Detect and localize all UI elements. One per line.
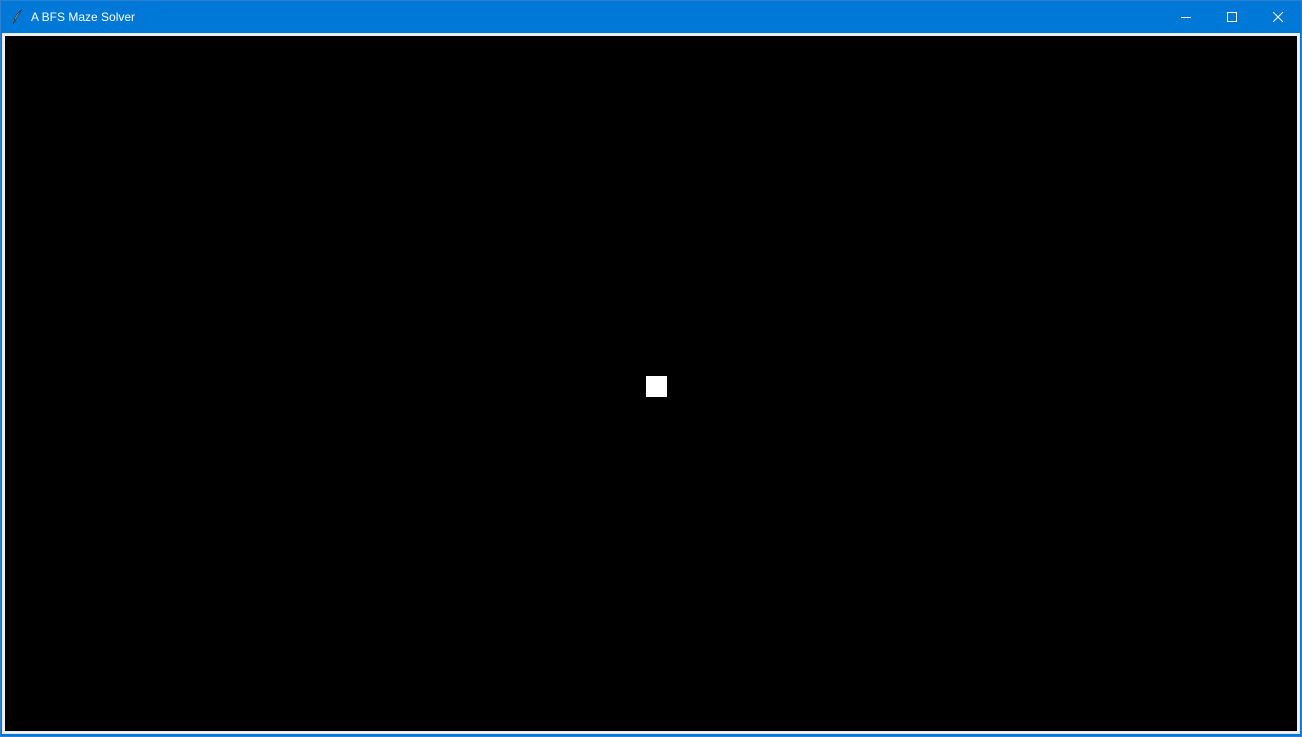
- title-bar[interactable]: A BFS Maze Solver: [1, 1, 1301, 33]
- maze-cell: [646, 376, 667, 397]
- window-controls: [1163, 1, 1301, 33]
- app-window: A BFS Maze Solver: [0, 0, 1302, 737]
- feather-icon[interactable]: [11, 9, 25, 25]
- maximize-button[interactable]: [1209, 1, 1255, 33]
- minimize-icon: [1181, 17, 1191, 18]
- maximize-icon: [1227, 12, 1237, 22]
- close-icon: [1273, 12, 1283, 22]
- close-button[interactable]: [1255, 1, 1301, 33]
- minimize-button[interactable]: [1163, 1, 1209, 33]
- maze-canvas[interactable]: [5, 36, 1297, 731]
- window-title: A BFS Maze Solver: [31, 10, 136, 24]
- client-area: [2, 33, 1300, 734]
